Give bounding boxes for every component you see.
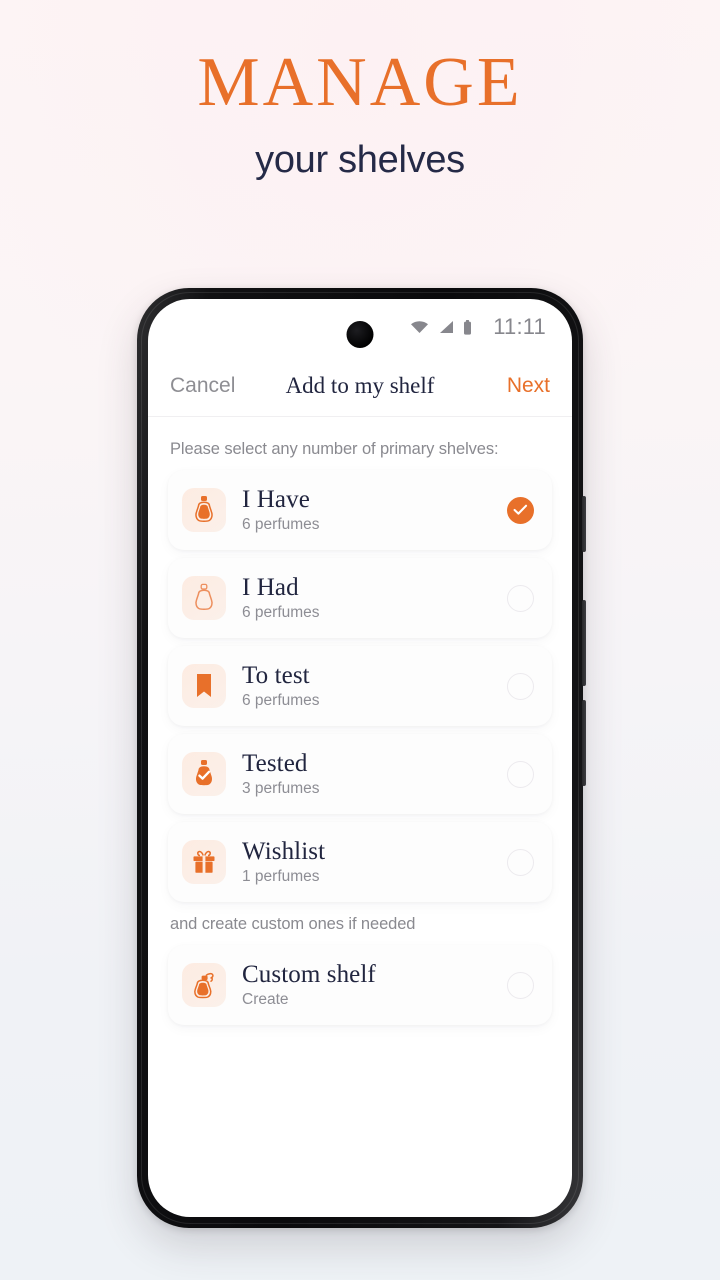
phone-screen: 11:11 Cancel Add to my shelf Next Please… [148, 299, 572, 1217]
phone-mockup: 11:11 Cancel Add to my shelf Next Please… [137, 288, 586, 1228]
perfume-bottle-filled-icon [182, 488, 226, 532]
shelf-meta: To test 6 perfumes [242, 662, 507, 710]
shelf-subtitle: 6 perfumes [242, 604, 320, 621]
nav-bar: Cancel Add to my shelf Next [148, 355, 572, 417]
shelf-radio[interactable] [507, 971, 534, 999]
shelf-row-wishlist[interactable]: Wishlist 1 perfumes [168, 822, 552, 902]
status-icons: 11:11 [410, 314, 546, 340]
shelf-title: Wishlist [242, 838, 326, 865]
shelf-title: I Have [242, 486, 310, 513]
power-button[interactable] [582, 496, 586, 552]
primary-section-label: Please select any number of primary shel… [170, 440, 499, 458]
shelf-meta: Tested 3 perfumes [242, 750, 507, 798]
volume-up-button[interactable] [582, 600, 586, 686]
shelf-meta: Wishlist 1 perfumes [242, 838, 507, 886]
shelf-row-i-have[interactable]: I Have 6 perfumes [168, 470, 552, 550]
shelf-radio[interactable] [507, 584, 534, 612]
shelf-meta: I Have 6 perfumes [242, 486, 507, 534]
promo-subtitle: your shelves [255, 139, 465, 181]
cellular-signal-icon [438, 320, 454, 334]
shelf-radio[interactable] [507, 672, 534, 700]
shelf-selection-content: Please select any number of primary shel… [148, 417, 572, 1025]
front-camera-icon [346, 321, 374, 348]
gift-icon [182, 840, 226, 884]
shelf-radio-selected[interactable] [507, 496, 534, 524]
shelf-meta: I Had 6 perfumes [242, 574, 507, 622]
perfume-atomizer-icon [182, 963, 226, 1007]
shelf-title: To test [242, 662, 310, 689]
promo-title: MANAGE [197, 44, 523, 121]
shelf-radio[interactable] [507, 848, 534, 876]
shelf-title: Tested [242, 750, 308, 777]
shelf-row-i-had[interactable]: I Had 6 perfumes [168, 558, 552, 638]
wifi-icon [410, 320, 429, 334]
shelf-radio[interactable] [507, 760, 534, 788]
promo-header: MANAGE your shelves [0, 0, 720, 182]
custom-section-label: and create custom ones if needed [170, 915, 416, 933]
shelf-title: Custom shelf [242, 961, 376, 988]
shelf-title: I Had [242, 574, 299, 601]
shelf-row-to-test[interactable]: To test 6 perfumes [168, 646, 552, 726]
shelf-subtitle: Create [242, 991, 289, 1008]
primary-shelf-list: I Have 6 perfumes I Had 6 perfumes To te… [148, 470, 572, 902]
shelf-subtitle: 6 perfumes [242, 692, 320, 709]
bookmark-icon [182, 664, 226, 708]
cancel-button[interactable]: Cancel [170, 374, 235, 398]
custom-shelf-list: Custom shelf Create [148, 945, 572, 1025]
shelf-subtitle: 3 perfumes [242, 780, 320, 797]
perfume-bottle-outline-icon [182, 576, 226, 620]
shelf-subtitle: 6 perfumes [242, 516, 320, 533]
volume-down-button[interactable] [582, 700, 586, 786]
status-bar: 11:11 [148, 299, 572, 355]
shelf-row-tested[interactable]: Tested 3 perfumes [168, 734, 552, 814]
next-button[interactable]: Next [507, 374, 550, 398]
battery-icon [463, 319, 472, 335]
shelf-row-custom-shelf[interactable]: Custom shelf Create [168, 945, 552, 1025]
shelf-subtitle: 1 perfumes [242, 868, 320, 885]
status-time: 11:11 [493, 314, 546, 339]
perfume-bottle-check-icon [182, 752, 226, 796]
shelf-meta: Custom shelf Create [242, 961, 507, 1009]
